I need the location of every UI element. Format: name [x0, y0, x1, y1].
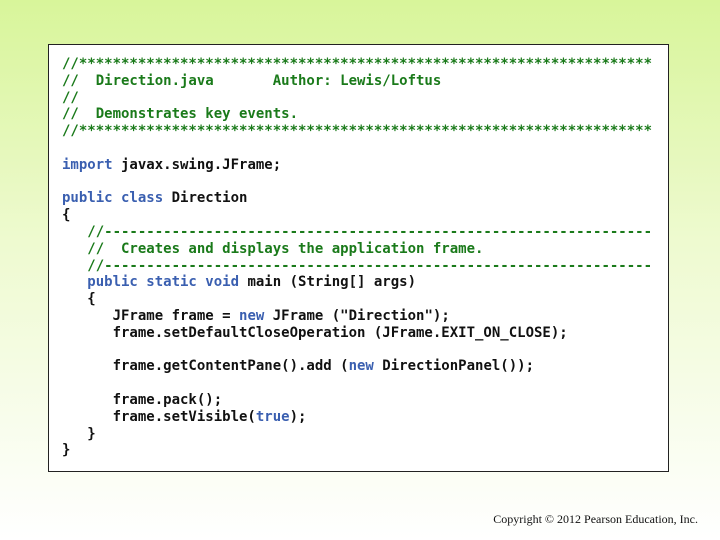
code-line: frame.setDefaultCloseOperation (JFrame.E…	[62, 325, 652, 342]
code-panel: //**************************************…	[48, 44, 669, 472]
code-text: Direction	[163, 190, 248, 207]
code-keyword: import	[62, 156, 113, 173]
code-text: {	[62, 291, 96, 308]
code-comment: //**************************************…	[62, 56, 653, 72]
code-text: frame.pack();	[62, 391, 223, 408]
code-comment: //**************************************…	[62, 123, 653, 140]
code-comment: //	[62, 89, 79, 106]
code-text: main (String[] args)	[239, 274, 417, 291]
code-line: JFrame frame = new JFrame ("Direction");	[62, 308, 652, 325]
code-line: //**************************************…	[62, 56, 652, 73]
code-text: JFrame ("Direction");	[264, 307, 450, 324]
code-line: }	[62, 426, 652, 443]
code-line: frame.getContentPane().add (new Directio…	[62, 358, 652, 375]
code-keyword: public class	[62, 190, 164, 207]
code-line: {	[62, 207, 652, 224]
code-listing: //**************************************…	[62, 56, 652, 459]
code-text: javax.swing.JFrame;	[112, 156, 282, 173]
code-line: public class Direction	[62, 190, 652, 207]
code-line: //**************************************…	[62, 123, 652, 140]
code-line: frame.pack();	[62, 392, 652, 409]
code-keyword: new	[348, 358, 374, 375]
code-line: // Demonstrates key events.	[62, 106, 652, 123]
code-line: //--------------------------------------…	[62, 224, 652, 241]
code-line: }	[62, 442, 652, 459]
code-line: public static void main (String[] args)	[62, 274, 652, 291]
code-text: JFrame frame =	[62, 307, 240, 324]
copyright-footer: Copyright © 2012 Pearson Education, Inc.	[493, 512, 698, 526]
code-text: frame.setDefaultCloseOperation (JFrame.E…	[62, 324, 568, 341]
code-text: }	[62, 442, 71, 459]
code-comment: // Creates and displays the application …	[62, 240, 484, 257]
code-text: frame.getContentPane().add (	[62, 358, 349, 375]
code-text: frame.setVisible(	[62, 408, 256, 425]
code-comment: //--------------------------------------…	[62, 257, 653, 274]
code-keyword: true	[255, 408, 290, 425]
code-comment: //--------------------------------------…	[62, 223, 653, 240]
code-text: DirectionPanel());	[373, 358, 535, 375]
code-comment: // Demonstrates key events.	[62, 106, 299, 123]
code-line: import javax.swing.JFrame;	[62, 157, 652, 174]
code-line: {	[62, 291, 652, 308]
code-line: //--------------------------------------…	[62, 258, 652, 275]
code-text: }	[62, 425, 96, 442]
code-text: {	[62, 207, 71, 224]
code-comment: // Direction.java Author: Lewis/Loftus	[62, 72, 442, 89]
code-line: //	[62, 90, 652, 107]
code-line: // Direction.java Author: Lewis/Loftus	[62, 73, 652, 90]
code-text: );	[289, 408, 307, 425]
code-keyword: new	[239, 307, 265, 324]
code-line: frame.setVisible(true);	[62, 409, 652, 426]
code-keyword: public static void	[62, 274, 240, 291]
code-line: // Creates and displays the application …	[62, 241, 652, 258]
